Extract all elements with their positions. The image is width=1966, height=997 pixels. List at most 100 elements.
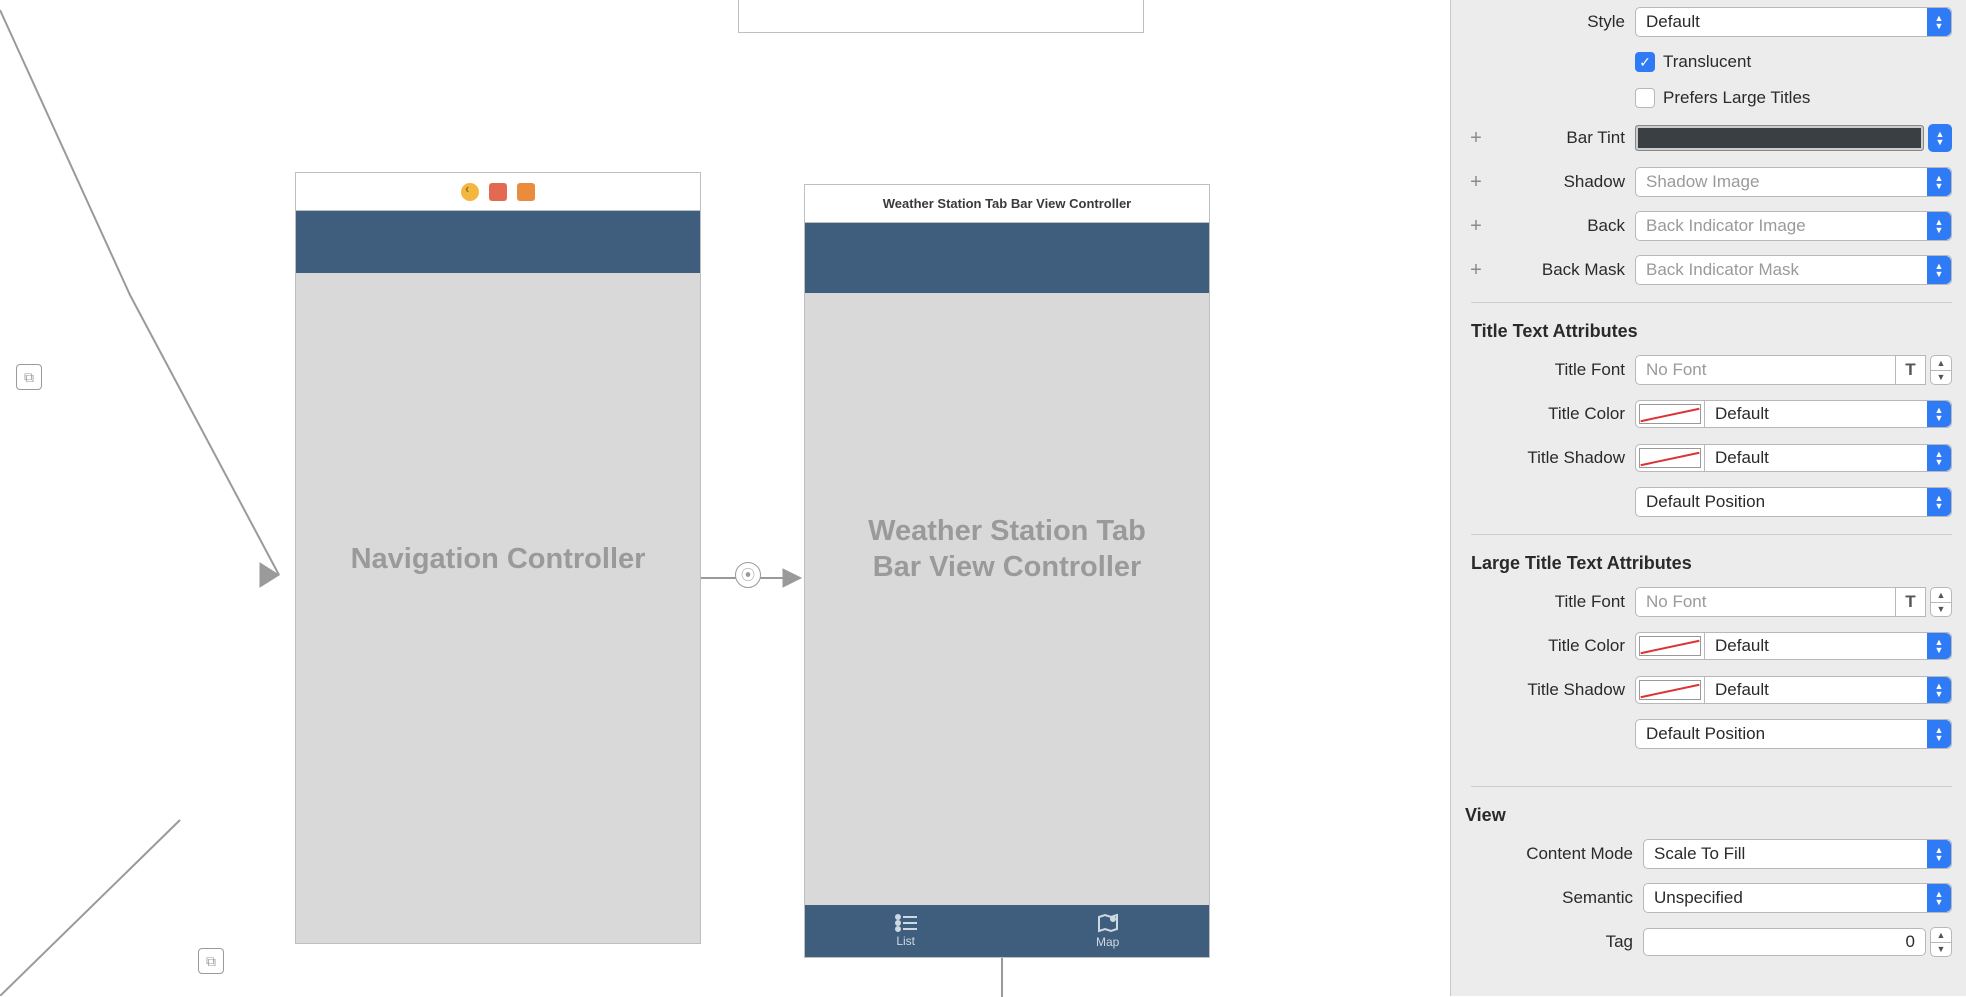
exit-icon — [517, 183, 535, 201]
large-title-color-swatch[interactable] — [1635, 632, 1705, 660]
content-mode-value: Scale To Fill — [1654, 844, 1745, 864]
scrollbar-thumb[interactable] — [1450, 420, 1451, 580]
navigation-bar[interactable] — [296, 211, 700, 273]
back-placeholder: Back Indicator Image — [1646, 216, 1806, 236]
shadow-placeholder: Shadow Image — [1646, 172, 1759, 192]
prefers-large-titles-checkbox[interactable] — [1635, 88, 1655, 108]
style-select[interactable]: Default ▲▼ — [1635, 7, 1952, 37]
add-variation-button[interactable]: + — [1459, 127, 1493, 150]
chevron-updown-icon: ▲▼ — [1927, 445, 1951, 471]
chevron-updown-icon[interactable]: ▲▼ — [1928, 124, 1952, 152]
title-color-value: Default — [1715, 404, 1769, 424]
scene-placeholder-label: Weather Station Tab Bar View Controller — [805, 513, 1209, 586]
tab-label: List — [896, 934, 915, 948]
add-variation-button[interactable]: + — [1459, 215, 1493, 238]
shadow-image-select[interactable]: Shadow Image ▲▼ — [1635, 167, 1952, 197]
dock-icon[interactable]: ⧉ — [198, 948, 224, 974]
large-title-font-field[interactable]: No Font — [1635, 587, 1896, 617]
map-icon — [1097, 913, 1119, 933]
scene-titlebar[interactable] — [296, 173, 700, 211]
tab-item-list[interactable]: List — [895, 914, 917, 948]
scene-placeholder-label: Navigation Controller — [296, 541, 700, 577]
content-mode-select[interactable]: Scale To Fill ▲▼ — [1643, 839, 1952, 869]
label-title-color: Title Color — [1493, 404, 1635, 424]
navigation-bar[interactable] — [805, 223, 1209, 293]
scene-title-text: Weather Station Tab Bar View Controller — [883, 196, 1132, 211]
scene-navigation-controller[interactable]: Navigation Controller — [295, 172, 701, 944]
separator — [1471, 534, 1952, 535]
partial-scene — [738, 0, 1144, 33]
large-title-shadow-position-select[interactable]: Default Position ▲▼ — [1635, 719, 1952, 749]
back-mask-placeholder: Back Indicator Mask — [1646, 260, 1799, 280]
label-bar-tint: Bar Tint — [1493, 128, 1635, 148]
chevron-updown-icon: ▲▼ — [1927, 677, 1951, 703]
font-picker-button[interactable]: T — [1896, 587, 1926, 617]
chevron-updown-icon: ▲▼ — [1927, 401, 1951, 427]
back-mask-select[interactable]: Back Indicator Mask ▲▼ — [1635, 255, 1952, 285]
large-title-shadow-position-value: Default Position — [1646, 724, 1765, 744]
chevron-updown-icon: ▲▼ — [1927, 633, 1951, 659]
style-value: Default — [1646, 12, 1700, 32]
scene-titlebar[interactable]: Weather Station Tab Bar View Controller — [805, 185, 1209, 223]
tab-item-map[interactable]: Map — [1096, 913, 1119, 949]
scene-body[interactable]: Weather Station Tab Bar View Controller … — [805, 223, 1209, 957]
tab-label: Map — [1096, 935, 1119, 949]
title-shadow-value: Default — [1715, 448, 1769, 468]
title-shadow-select[interactable]: Default ▲▼ — [1705, 444, 1952, 472]
attributes-inspector[interactable]: Style Default ▲▼ ✓ Translucent Prefers L… — [1450, 0, 1966, 996]
label-semantic: Semantic — [1493, 888, 1643, 908]
large-title-shadow-swatch[interactable] — [1635, 676, 1705, 704]
back-icon — [461, 183, 479, 201]
chevron-updown-icon: ▲▼ — [1927, 720, 1951, 748]
scene-weather-tabbar-vc[interactable]: Weather Station Tab Bar View Controller … — [804, 184, 1210, 958]
large-title-color-select[interactable]: Default ▲▼ — [1705, 632, 1952, 660]
translucent-label: Translucent — [1663, 52, 1751, 72]
prefers-large-titles-label: Prefers Large Titles — [1663, 88, 1810, 108]
section-view: View — [1451, 791, 1966, 832]
label-title-shadow: Title Shadow — [1493, 448, 1635, 468]
chevron-updown-icon: ▲▼ — [1927, 8, 1951, 36]
bar-tint-color-well[interactable] — [1635, 125, 1924, 151]
translucent-checkbox[interactable]: ✓ — [1635, 52, 1655, 72]
label-large-title-color: Title Color — [1493, 636, 1635, 656]
title-shadow-position-value: Default Position — [1646, 492, 1765, 512]
storyboard-canvas[interactable]: ⧉ ⧉ ⦿ Navigation Controller Weather Stat… — [0, 0, 1450, 996]
label-shadow: Shadow — [1493, 172, 1635, 192]
chevron-updown-icon: ▲▼ — [1927, 884, 1951, 912]
label-content-mode: Content Mode — [1493, 844, 1643, 864]
label-large-title-font: Title Font — [1493, 592, 1635, 612]
title-font-placeholder: No Font — [1646, 360, 1706, 380]
back-indicator-select[interactable]: Back Indicator Image ▲▼ — [1635, 211, 1952, 241]
label-large-title-shadow: Title Shadow — [1493, 680, 1635, 700]
add-variation-button[interactable]: + — [1459, 171, 1493, 194]
scene-body[interactable]: Navigation Controller — [296, 211, 700, 943]
add-variation-button[interactable]: + — [1459, 259, 1493, 282]
first-responder-icon — [489, 183, 507, 201]
tag-stepper[interactable]: ▲▼ — [1930, 927, 1952, 957]
title-shadow-swatch[interactable] — [1635, 444, 1705, 472]
tag-value: 0 — [1906, 932, 1915, 952]
semantic-select[interactable]: Unspecified ▲▼ — [1643, 883, 1952, 913]
font-icon: T — [1905, 592, 1915, 612]
font-picker-button[interactable]: T — [1896, 355, 1926, 385]
dock-icon[interactable]: ⧉ — [16, 364, 42, 390]
font-size-stepper[interactable]: ▲▼ — [1930, 587, 1952, 617]
list-icon — [895, 914, 917, 932]
large-title-font-placeholder: No Font — [1646, 592, 1706, 612]
chevron-updown-icon: ▲▼ — [1927, 212, 1951, 240]
large-title-shadow-value: Default — [1715, 680, 1769, 700]
tab-bar[interactable]: List Map — [805, 905, 1209, 957]
title-font-field[interactable]: No Font — [1635, 355, 1896, 385]
title-shadow-position-select[interactable]: Default Position ▲▼ — [1635, 487, 1952, 517]
title-color-swatch[interactable] — [1635, 400, 1705, 428]
large-title-shadow-select[interactable]: Default ▲▼ — [1705, 676, 1952, 704]
font-size-stepper[interactable]: ▲▼ — [1930, 355, 1952, 385]
separator — [1471, 786, 1952, 787]
title-color-select[interactable]: Default ▲▼ — [1705, 400, 1952, 428]
section-large-title-text-attributes: Large Title Text Attributes — [1451, 539, 1966, 580]
large-title-color-value: Default — [1715, 636, 1769, 656]
segue-badge[interactable]: ⦿ — [735, 562, 761, 588]
tag-field[interactable]: 0 — [1643, 928, 1926, 956]
section-title-text-attributes: Title Text Attributes — [1451, 307, 1966, 348]
label-title-font: Title Font — [1493, 360, 1635, 380]
